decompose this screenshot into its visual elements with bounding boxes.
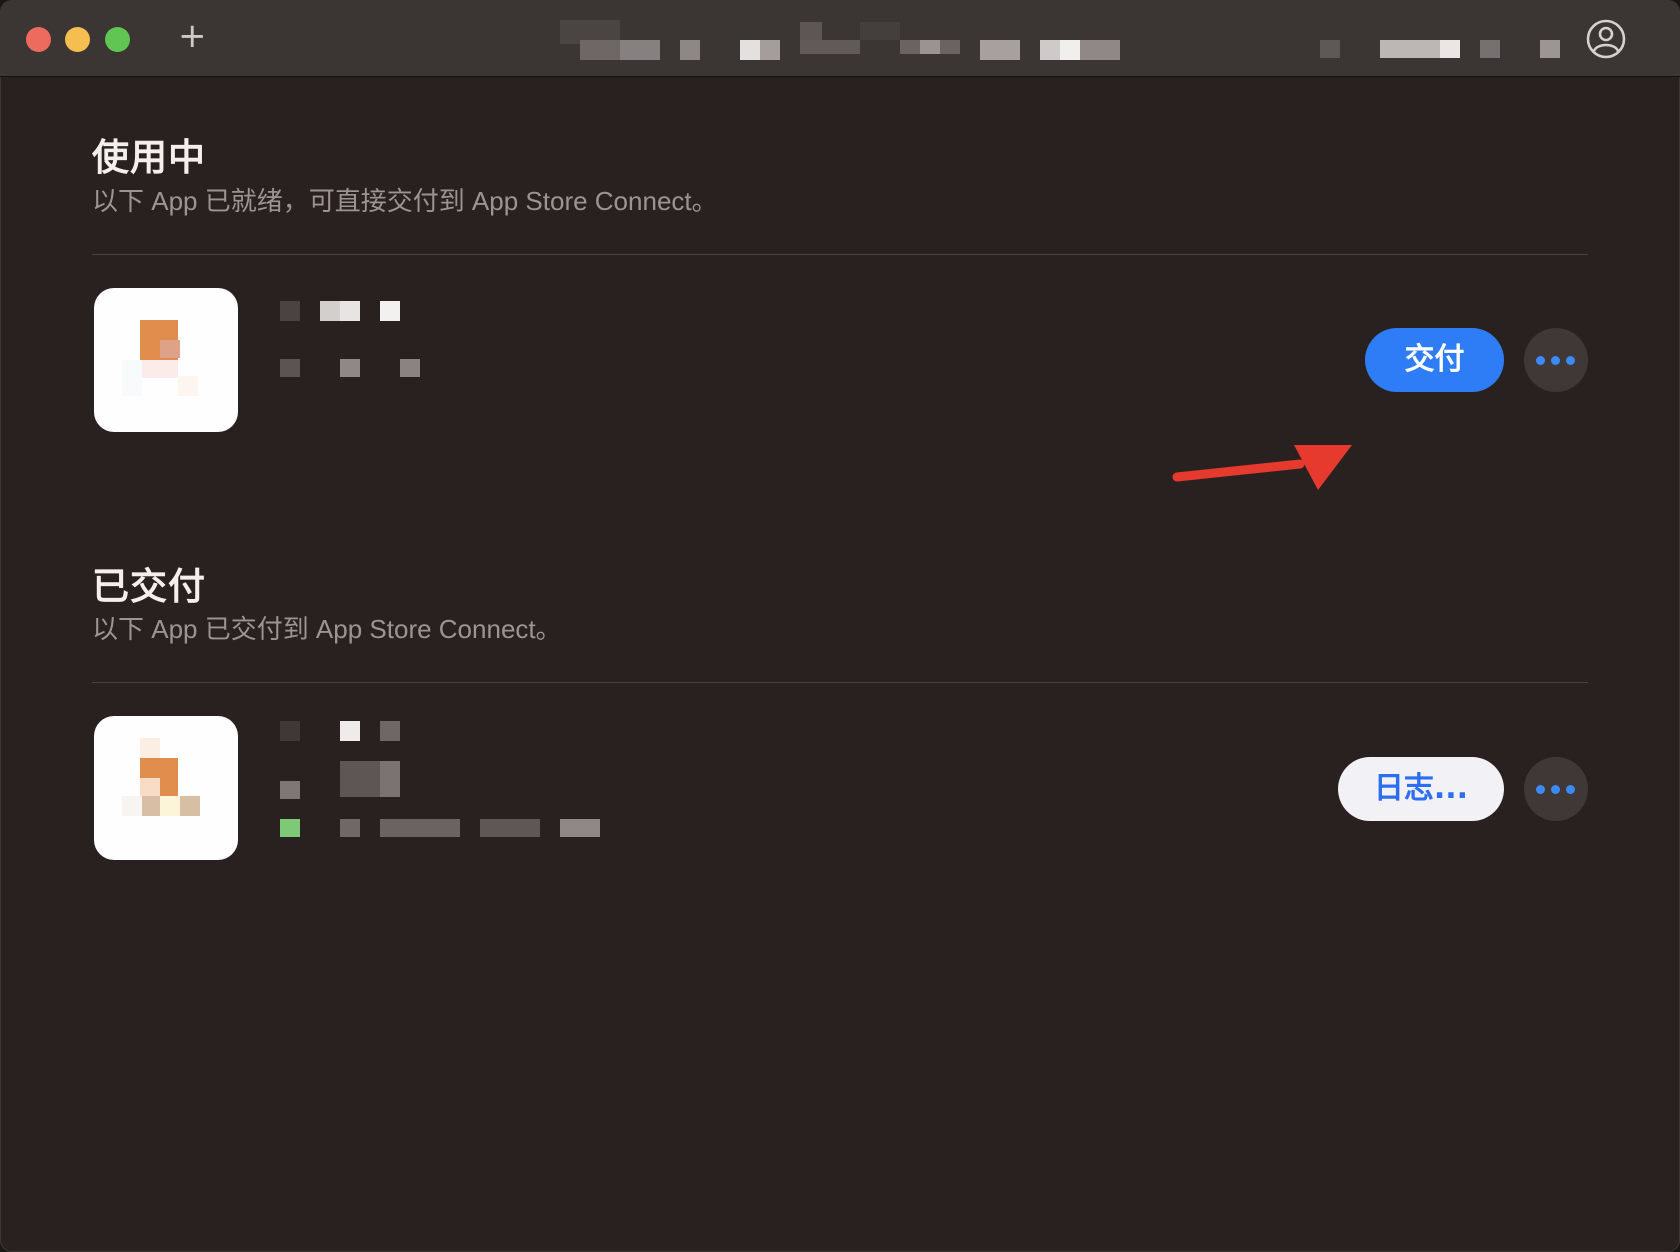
titlebar: +	[0, 0, 1680, 77]
annotation-arrow-icon	[1172, 445, 1352, 490]
close-window-button[interactable]	[26, 27, 51, 52]
main-content: 使用中 以下 App 已就绪，可直接交付到 App Store Connect。…	[0, 77, 1680, 1252]
more-options-button[interactable]	[1524, 328, 1588, 392]
section-subtitle-in-use: 以下 App 已就绪，可直接交付到 App Store Connect。	[92, 186, 718, 216]
section-divider	[92, 254, 1588, 255]
app-window: + 使用中 以下 App 已就绪，可直接交付到 App Store Connec…	[0, 0, 1680, 1252]
deliver-button[interactable]: 交付	[1365, 328, 1504, 392]
app-icon	[94, 716, 238, 860]
minimize-window-button[interactable]	[65, 27, 90, 52]
account-icon[interactable]	[1585, 18, 1627, 60]
log-button[interactable]: 日志...	[1338, 757, 1504, 821]
more-options-button[interactable]	[1524, 757, 1588, 821]
section-title-delivered: 已交付	[92, 566, 206, 607]
section-title-in-use: 使用中	[92, 137, 206, 178]
section-divider	[92, 682, 1588, 683]
app-icon	[94, 288, 238, 432]
zoom-window-button[interactable]	[105, 27, 130, 52]
section-subtitle-delivered: 以下 App 已交付到 App Store Connect。	[92, 614, 562, 644]
add-tab-button[interactable]: +	[178, 14, 207, 58]
